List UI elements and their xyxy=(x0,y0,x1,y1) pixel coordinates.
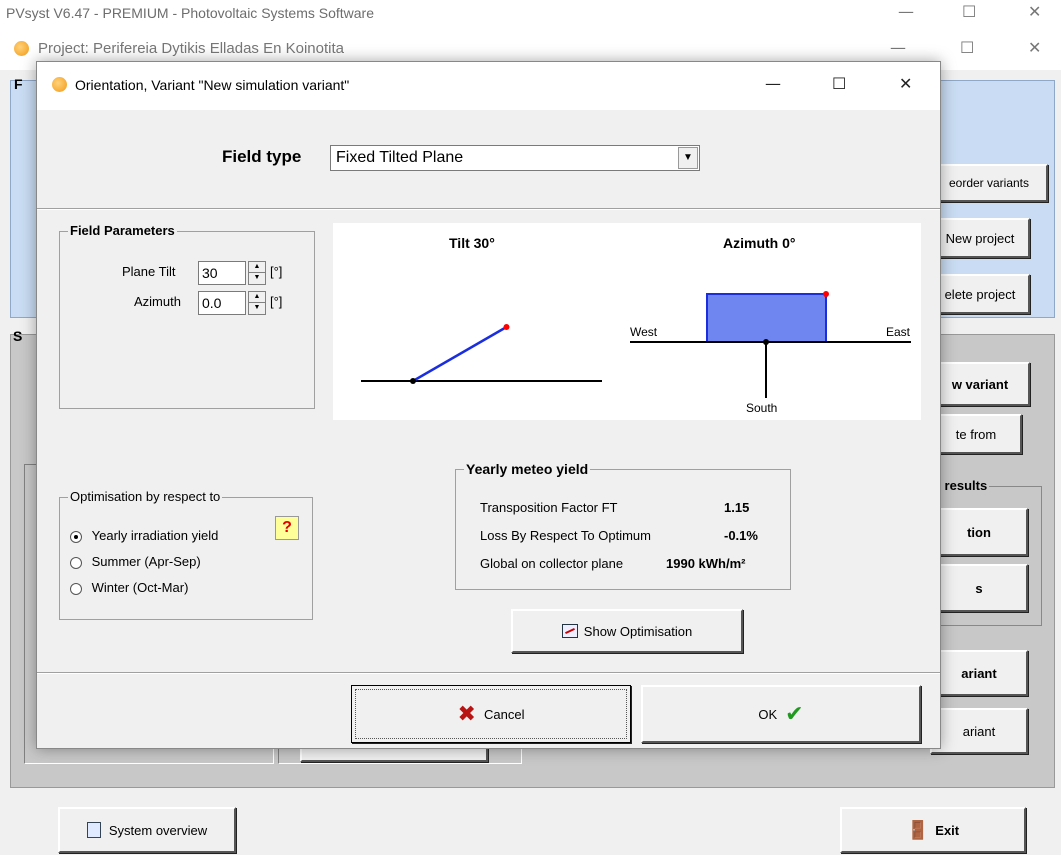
global-collector-value: 1990 kWh/m² xyxy=(666,556,746,571)
reorder-variants-button[interactable]: eorder variants xyxy=(930,164,1048,202)
cancel-x-icon: ✖ xyxy=(457,701,476,727)
loss-optimum-label: Loss By Respect To Optimum xyxy=(480,528,651,543)
system-panel-letter: S xyxy=(13,328,23,344)
azimuth-label: Azimuth xyxy=(134,294,181,309)
field-parameters-legend: Field Parameters xyxy=(68,223,177,239)
tilt-top-marker xyxy=(503,324,510,330)
app-title-bar: PVsyst V6.47 - PREMIUM - Photovoltaic Sy… xyxy=(0,0,1061,28)
save-variant-button[interactable]: ariant xyxy=(930,708,1028,754)
tilt-pivot-dot xyxy=(410,378,416,384)
meteo-yield-legend: Yearly meteo yield xyxy=(464,461,591,477)
meteo-yield-group: Yearly meteo yield Transposition Factor … xyxy=(455,461,791,590)
dialog-title: Orientation, Variant "New simulation var… xyxy=(75,77,350,93)
app-maximize-button[interactable]: ☐ xyxy=(962,2,976,21)
cancel-button[interactable]: ✖ Cancel xyxy=(351,685,631,743)
orientation-diagram: Tilt 30° Azimuth 0° West East South xyxy=(333,223,921,420)
dialog-logo-icon xyxy=(52,77,67,92)
azimuth-input[interactable]: 0.0 xyxy=(198,291,246,315)
spin-up-icon[interactable]: ▲ xyxy=(249,292,265,303)
spin-up-icon[interactable]: ▲ xyxy=(249,262,265,273)
optimisation-group: Optimisation by respect to ? Yearly irra… xyxy=(59,489,313,620)
radio-icon[interactable] xyxy=(70,582,82,595)
dialog-maximize-button[interactable]: ☐ xyxy=(832,74,846,93)
project-panel-letter: F xyxy=(14,76,23,92)
tilt-plane-line xyxy=(412,325,508,383)
show-optimisation-button[interactable]: Show Optimisation xyxy=(511,609,743,653)
plane-tilt-label: Plane Tilt xyxy=(122,264,176,279)
azimuth-plane-rect xyxy=(706,293,827,343)
new-variant-button[interactable]: w variant xyxy=(930,362,1030,406)
plane-tilt-spinner[interactable]: ▲ ▼ xyxy=(248,261,266,285)
app-title: PVsyst V6.47 - PREMIUM - Photovoltaic Sy… xyxy=(6,5,375,21)
delete-variant-button[interactable]: ariant xyxy=(930,650,1028,696)
app-minimize-button[interactable]: — xyxy=(898,2,914,21)
loss-optimum-value: -0.1% xyxy=(724,528,758,543)
spin-down-icon[interactable]: ▼ xyxy=(249,273,265,284)
system-overview-icon xyxy=(86,822,101,838)
project-maximize-button[interactable]: ☐ xyxy=(960,38,974,57)
azimuth-unit: [°] xyxy=(270,294,283,309)
transposition-factor-value: 1.15 xyxy=(724,500,750,515)
azimuth-spinner[interactable]: ▲ ▼ xyxy=(248,291,266,315)
system-overview-button[interactable]: System overview xyxy=(58,807,236,853)
optimisation-option-yearly[interactable]: Yearly irradiation yield xyxy=(70,528,218,543)
dialog-bottom-separator xyxy=(37,672,940,674)
azimuth-corner-marker xyxy=(823,291,829,297)
project-close-button[interactable]: ✕ xyxy=(1028,38,1041,57)
report-button[interactable]: s xyxy=(930,564,1028,612)
spin-down-icon[interactable]: ▼ xyxy=(249,303,265,314)
separator-line xyxy=(37,208,940,210)
radio-selected-icon[interactable] xyxy=(70,530,82,543)
plane-tilt-input[interactable]: 30 xyxy=(198,261,246,285)
optimisation-option-winter[interactable]: Winter (Oct-Mar) xyxy=(70,580,188,595)
ok-check-icon: ✔ xyxy=(785,701,804,727)
project-title: Project: Perifereia Dytikis Elladas En K… xyxy=(38,40,344,57)
dialog-minimize-button[interactable]: — xyxy=(765,74,781,93)
exit-icon: 🚪 xyxy=(906,819,930,840)
field-type-select[interactable]: Fixed Tilted Plane ▼ xyxy=(330,145,700,171)
field-parameters-group: Field Parameters Plane Tilt 30 ▲ ▼ [°] A… xyxy=(59,223,315,409)
ok-button[interactable]: OK ✔ xyxy=(641,685,921,743)
pvsyst-logo-icon xyxy=(14,41,29,56)
chevron-down-icon: ▼ xyxy=(683,152,693,163)
orientation-dialog: Orientation, Variant "New simulation var… xyxy=(36,61,941,749)
simulation-button[interactable]: tion xyxy=(930,508,1028,556)
plane-tilt-unit: [°] xyxy=(270,264,283,279)
optimisation-option-summer[interactable]: Summer (Apr-Sep) xyxy=(70,554,201,569)
optimisation-legend: Optimisation by respect to xyxy=(68,489,223,505)
transposition-factor-label: Transposition Factor FT xyxy=(480,500,618,515)
new-project-button[interactable]: New project xyxy=(930,218,1030,258)
app-close-button[interactable]: ✕ xyxy=(1028,2,1041,21)
azimuth-center-dot xyxy=(763,339,769,345)
optimisation-help-button[interactable]: ? xyxy=(275,516,299,540)
global-collector-label: Global on collector plane xyxy=(480,556,624,571)
field-type-label: Field type xyxy=(222,147,302,166)
chart-icon xyxy=(561,624,578,638)
radio-icon[interactable] xyxy=(70,556,82,569)
dialog-title-bar: Orientation, Variant "New simulation var… xyxy=(37,62,940,110)
delete-project-button[interactable]: elete project xyxy=(930,274,1030,314)
field-type-dropdown-button[interactable]: ▼ xyxy=(678,147,698,169)
project-minimize-button[interactable]: — xyxy=(890,38,906,57)
dialog-close-button[interactable]: ✕ xyxy=(899,74,912,93)
create-from-button[interactable]: te from xyxy=(930,414,1022,454)
field-type-value: Fixed Tilted Plane xyxy=(336,149,464,166)
exit-button[interactable]: 🚪 Exit xyxy=(840,807,1026,853)
orientation-drawing xyxy=(361,291,911,398)
